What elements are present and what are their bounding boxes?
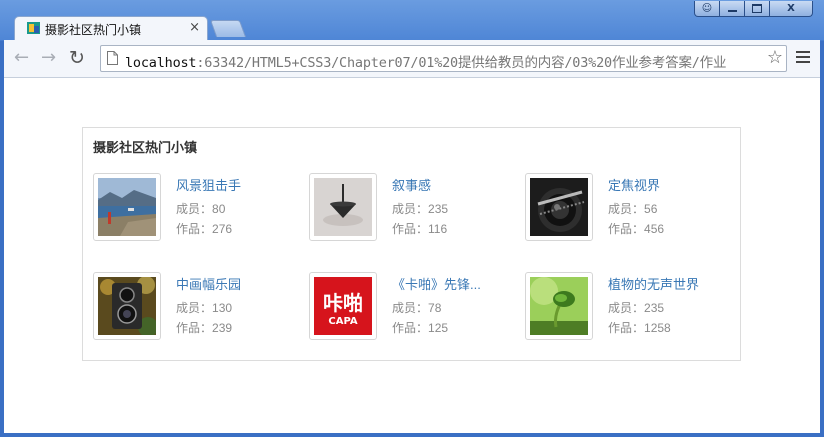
group-members: 成员：78 — [392, 301, 442, 315]
group-name[interactable]: 叙事感 — [392, 175, 431, 194]
group-thumbnail[interactable] — [309, 173, 377, 241]
group-card[interactable]: 植物的无声世界 成员：235 作品：1258 — [525, 272, 735, 342]
new-tab-button[interactable] — [209, 20, 247, 37]
group-works: 作品：116 — [392, 222, 448, 236]
minimize-icon — [727, 9, 737, 12]
chrome-menu-button[interactable] — [796, 51, 810, 66]
group-members: 成员：235 — [392, 202, 449, 216]
spinning-top-photo-icon — [314, 178, 372, 236]
forward-button[interactable]: → — [41, 48, 56, 68]
browser-toolbar: ← → ↻ localhost:63342/HTML5+CSS3/Chapter… — [4, 40, 820, 78]
capa-logo-icon: 咔啪 CAPA — [314, 277, 372, 335]
url-path: :63342/HTML5+CSS3/Chapter07/01%20提供给教员的内… — [196, 55, 727, 71]
group-card[interactable]: 风景狙击手 成员：80 作品：276 — [93, 173, 303, 243]
group-members: 成员：80 — [176, 202, 226, 216]
back-button[interactable]: ← — [14, 48, 29, 68]
landscape-photo-icon — [98, 178, 156, 236]
url-host: localhost — [125, 55, 197, 71]
group-card[interactable]: 叙事感 成员：235 作品：116 — [309, 173, 519, 243]
camera-lens-photo-icon — [530, 178, 588, 236]
page-content: 摄影社区热门小镇 风景狙击手 成员：80 作品：276 叙事感 成员：235 作… — [4, 78, 820, 433]
reload-button[interactable]: ↻ — [69, 48, 85, 68]
group-works: 作品：456 — [608, 222, 665, 236]
tab-active[interactable]: 摄影社区热门小镇 × — [14, 16, 208, 40]
group-members: 成员：56 — [608, 202, 658, 216]
hot-towns-panel: 摄影社区热门小镇 风景狙击手 成员：80 作品：276 叙事感 成员：235 作… — [82, 127, 741, 361]
group-name[interactable]: 《卡啪》先锋... — [392, 274, 481, 293]
group-members: 成员：235 — [608, 301, 665, 315]
svg-text:咔啪: 咔啪 — [323, 291, 363, 315]
group-name[interactable]: 风景狙击手 — [176, 175, 241, 194]
maximize-icon — [752, 4, 762, 13]
webstorm-favicon-icon — [27, 22, 40, 34]
tab-title: 摄影社区热门小镇 — [45, 23, 142, 37]
group-works: 作品：125 — [392, 321, 449, 335]
group-card[interactable]: 定焦视界 成员：56 作品：456 — [525, 173, 735, 243]
group-thumbnail[interactable] — [525, 272, 593, 340]
twin-lens-camera-photo-icon — [98, 277, 156, 335]
address-bar[interactable]: localhost:63342/HTML5+CSS3/Chapter07/01%… — [100, 45, 787, 72]
group-card[interactable]: 咔啪 CAPA 《卡啪》先锋... 成员：78 作品：125 — [309, 272, 519, 342]
user-profile-button[interactable]: ☺ — [694, 1, 720, 17]
group-name[interactable]: 植物的无声世界 — [608, 274, 699, 293]
group-name[interactable]: 中画幅乐园 — [176, 274, 241, 293]
user-icon: ☺ — [701, 3, 713, 14]
menu-icon — [796, 51, 810, 53]
bookmark-star-icon[interactable]: ☆ — [764, 47, 783, 68]
browser-window: ☺ X 摄影社区热门小镇 × ← → ↻ localhost:63342/HTM… — [0, 0, 824, 437]
group-works: 作品：276 — [176, 222, 233, 236]
group-thumbnail[interactable] — [93, 173, 161, 241]
url-text: localhost:63342/HTML5+CSS3/Chapter07/01%… — [125, 51, 726, 71]
maximize-button[interactable] — [744, 1, 770, 17]
panel-title: 摄影社区热门小镇 — [93, 140, 198, 155]
sprout-photo-icon — [530, 277, 588, 335]
svg-text:CAPA: CAPA — [328, 316, 357, 327]
page-icon — [107, 51, 118, 65]
group-thumbnail[interactable]: 咔啪 CAPA — [309, 272, 377, 340]
group-thumbnail[interactable] — [525, 173, 593, 241]
tab-close-button[interactable]: × — [189, 20, 200, 35]
group-thumbnail[interactable] — [93, 272, 161, 340]
minimize-button[interactable] — [719, 1, 745, 17]
group-card[interactable]: 中画幅乐园 成员：130 作品：239 — [93, 272, 303, 342]
group-members: 成员：130 — [176, 301, 233, 315]
window-controls: ☺ X — [694, 1, 813, 18]
close-icon: X — [787, 3, 795, 14]
group-works: 作品：1258 — [608, 321, 671, 335]
close-window-button[interactable]: X — [769, 1, 813, 17]
group-works: 作品：239 — [176, 321, 233, 335]
group-name[interactable]: 定焦视界 — [608, 175, 660, 194]
